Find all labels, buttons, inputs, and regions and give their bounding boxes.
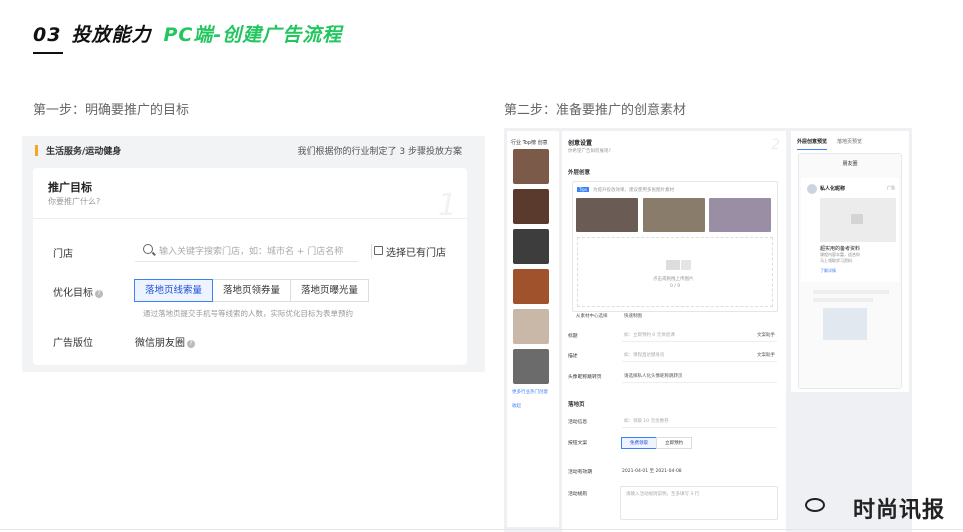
more-creatives-link[interactable]: 更多行业热门创意 (512, 389, 548, 395)
ad-headline: 超实用的备考资料 (820, 246, 861, 252)
button-text-label: 按钮文案 (568, 441, 588, 446)
desc-input[interactable]: 如：课程直达健身房 文案助手 (622, 350, 777, 362)
goal-hint: 通过落地页提交手机号等线索的人数，实际优化目标为表单预约 (143, 309, 353, 318)
goal-option-exposure[interactable]: 落地页曝光量 (290, 279, 370, 302)
category-marker (35, 145, 38, 156)
rules-textarea[interactable]: 请输入活动规则说明，至多填写 3 行 (620, 486, 778, 520)
form-title: 创意设置 (568, 140, 593, 147)
goal-option-coupons[interactable]: 落地页领券量 (212, 279, 292, 302)
creative-thumbnail[interactable] (513, 269, 549, 304)
uploaded-image[interactable] (709, 198, 771, 232)
placeholder-line (813, 290, 889, 294)
uploaded-image[interactable] (643, 198, 705, 232)
store-icon (374, 246, 383, 255)
ad-image-placeholder (820, 198, 896, 242)
upload-dropzone[interactable]: 点击或拖拽上传图片 0 / 9 (577, 237, 773, 307)
goal-card: 推广目标 你要推广什么? 1 门店 输入关键字搜索门店，如：城市名 + 门店名称… (33, 168, 467, 365)
plan-tip: 我们根据你的行业制定了 3 步骤投放方案 (297, 147, 462, 157)
help-icon[interactable]: ? (187, 340, 195, 348)
brand-watermark: 时尚讯报 (852, 498, 945, 523)
phone-title: 朋友圈 (842, 161, 858, 167)
upload-count: 0 / 9 (670, 284, 681, 289)
top-creatives-title: 行业 Top榜 创意 (511, 140, 548, 146)
position-value: 微信朋友圈? (135, 334, 195, 349)
creative-thumbnail[interactable] (513, 229, 549, 264)
store-search-input[interactable]: 输入关键字搜索门店，如：城市名 + 门店名称 (135, 240, 358, 262)
button-option-free[interactable]: 免费领取 (621, 437, 657, 449)
ad-preview-card: 私人化昵称 广告 超实用的备考资料 课程内容丰富，适合你 马上领取学习资料 了解… (801, 178, 899, 282)
quick-make-button[interactable]: 快速制图 (624, 313, 642, 319)
goal-option-leads[interactable]: 落地页线索量 (134, 279, 214, 302)
image-icon (666, 260, 680, 270)
store-search-placeholder: 输入关键字搜索门店，如：城市名 + 门店名称 (159, 247, 344, 257)
title-input[interactable]: 如：立即预约 0 元体验课 文案助手 (622, 330, 777, 342)
step-watermark: 2 (771, 137, 780, 153)
collapse-link[interactable]: 收起 (512, 403, 521, 409)
image-upload-area: Tips 为提升投放效果，建议使用多张图片素材 点击或拖拽上传图片 0 / 9 (572, 181, 778, 312)
button-text-selector: 免费领取 立即预约 (621, 437, 692, 449)
tips-tag: Tips (577, 187, 590, 192)
creative-thumbnail[interactable] (513, 149, 549, 184)
avatar-select[interactable]: 请选择私人化头像昵称跳转页 (622, 371, 777, 383)
creative-thumbnail[interactable] (513, 309, 549, 344)
date-range-input[interactable]: 2021-04-01 至 2021-04-08 (622, 468, 682, 474)
creative-thumbnail[interactable] (513, 189, 549, 224)
ext-creative-heading: 外层创意 (568, 170, 591, 176)
tab-ext-preview[interactable]: 外层创意预览 (797, 138, 828, 150)
creative-thumbnail[interactable] (513, 349, 549, 384)
placeholder-line (813, 298, 873, 302)
divider (0, 529, 963, 530)
card-title: 推广目标 (48, 181, 92, 194)
help-icon[interactable]: ? (95, 290, 103, 298)
upload-drop-text: 点击或拖拽上传图片 (653, 277, 694, 282)
page-title: 03 投放能力 PC端-创建广告流程 (33, 24, 343, 46)
activity-input[interactable]: 如：领取 10 元优惠券 (622, 416, 777, 428)
form-subtitle: 你希望广告如何展现? (568, 149, 611, 154)
image-icon (681, 260, 691, 270)
step-two-label: 第二步：准备要推广的创意素材 (504, 103, 687, 118)
card-subtitle: 你要推广什么? (48, 197, 101, 206)
tab-landing-preview[interactable]: 落地页预览 (837, 138, 862, 150)
pick-existing-store-button[interactable]: 选择已有门店 (371, 244, 446, 259)
divider (33, 218, 467, 219)
ad-desc-2: 马上领取学习资料 (820, 258, 852, 263)
copy-helper-button[interactable]: 文案助手 (757, 352, 775, 358)
step-one-label: 第一步：明确要推广的目标 (33, 103, 190, 118)
preview-tabs: 外层创意预览 落地页预览 (797, 138, 862, 150)
upload-tip: 为提升投放效果，建议使用多张图片素材 (593, 188, 674, 193)
uploaded-image[interactable] (576, 198, 638, 232)
rules-label: 活动规则 (568, 492, 588, 497)
ad-cta: 了解详情 (820, 268, 836, 273)
promotion-goal-panel: 生活服务/运动健身 我们根据你的行业制定了 3 步骤投放方案 推广目标 你要推广… (22, 136, 485, 372)
placeholder-image (823, 308, 867, 340)
avatar (807, 184, 817, 194)
asset-center-button[interactable]: 从素材中心选择 (576, 313, 608, 319)
top-creatives-column: 行业 Top榜 创意 更多行业热门创意 收起 (507, 131, 559, 527)
copy-helper-button[interactable]: 文案助手 (757, 332, 775, 338)
industry-category: 生活服务/运动健身 (46, 147, 122, 157)
phone-preview: 朋友圈 私人化昵称 广告 超实用的备考资料 课程内容丰富，适合你 马上领取学习资… (798, 153, 902, 389)
date-label: 活动有效期 (568, 470, 592, 475)
preview-panel: 外层创意预览 落地页预览 朋友圈 私人化昵称 广告 超实用的备考资料 课程内容丰… (791, 131, 909, 392)
title-underline (33, 52, 63, 54)
ad-tag: 广告 (887, 185, 895, 190)
avatar-label: 头像昵称跳转页 (568, 375, 602, 380)
landing-heading: 落地页 (568, 402, 585, 408)
activity-label: 活动信息 (568, 420, 588, 425)
desc-label: 描述 (568, 354, 578, 359)
ad-nickname: 私人化昵称 (820, 186, 846, 192)
goal-label: 优化目标? (53, 284, 103, 299)
store-label: 门店 (53, 249, 73, 260)
button-option-book[interactable]: 立即预约 (656, 437, 692, 449)
creative-setup-screenshot: 行业 Top榜 创意 更多行业热门创意 收起 创意设置 你希望广告如何展现? 2… (504, 128, 912, 532)
position-label: 广告版位 (53, 338, 93, 349)
search-icon (143, 244, 153, 254)
title-label: 标题 (568, 334, 578, 339)
goal-selector: 落地页线索量 落地页领券量 落地页曝光量 (134, 279, 370, 302)
creative-form: 创意设置 你希望广告如何展现? 2 外层创意 Tips 为提升投放效果，建议使用… (562, 131, 786, 532)
wechat-icon (805, 498, 825, 512)
